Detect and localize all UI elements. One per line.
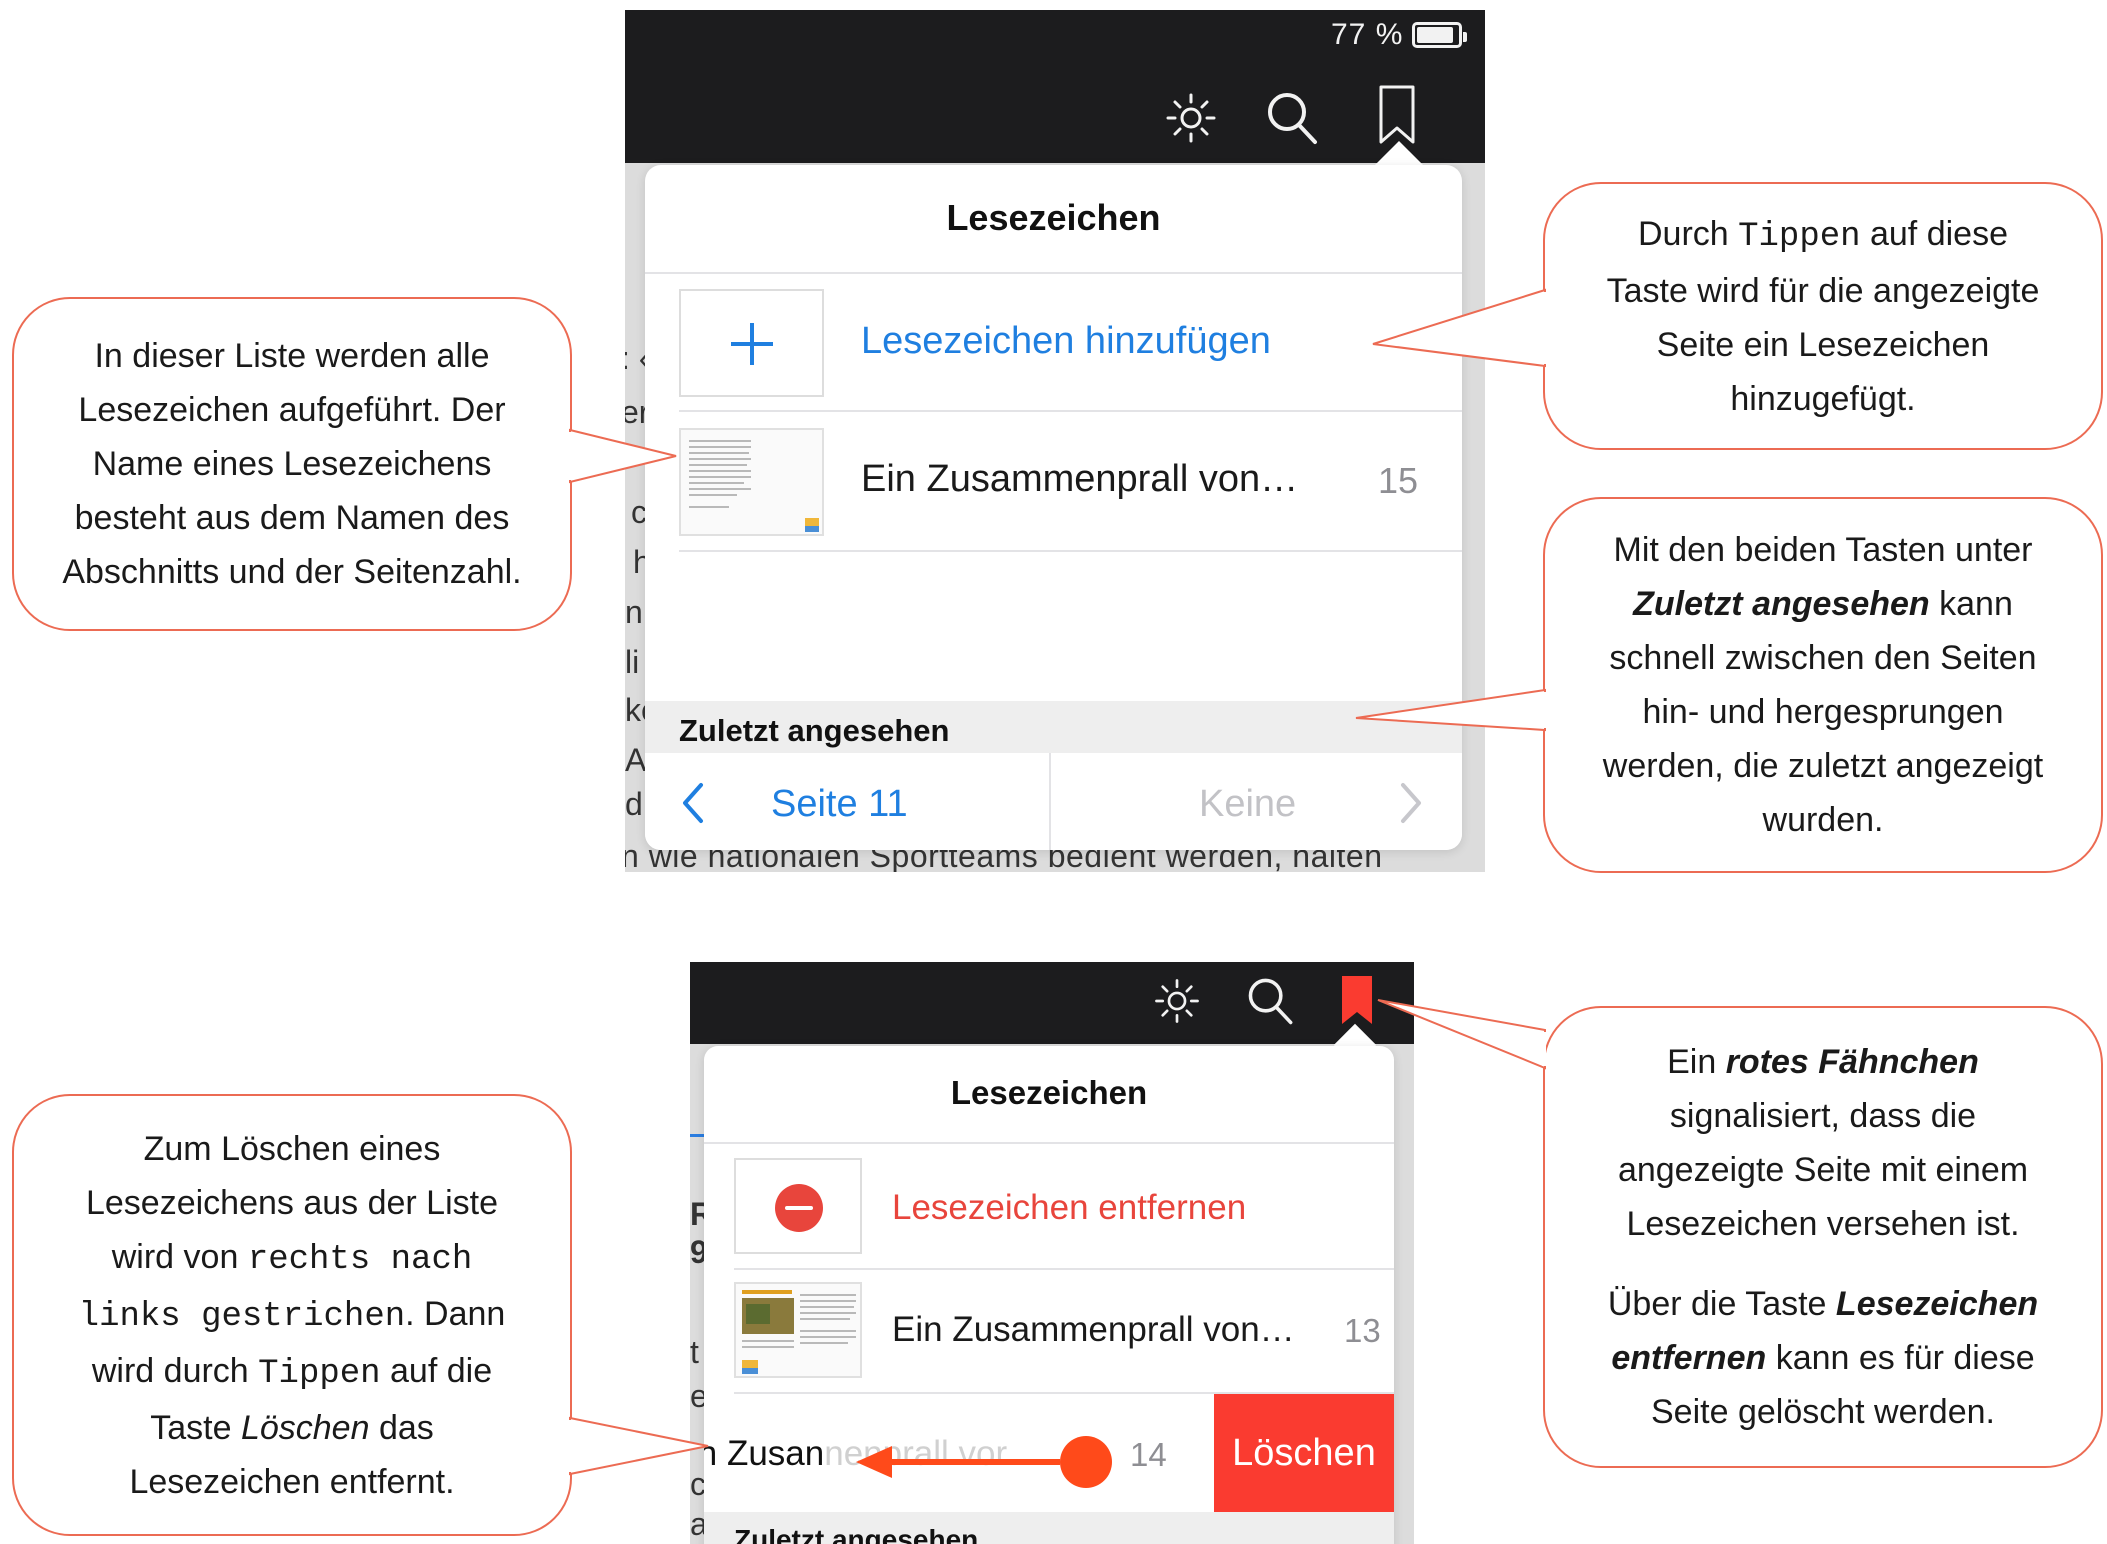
callout-pointers (569, 288, 1546, 1476)
